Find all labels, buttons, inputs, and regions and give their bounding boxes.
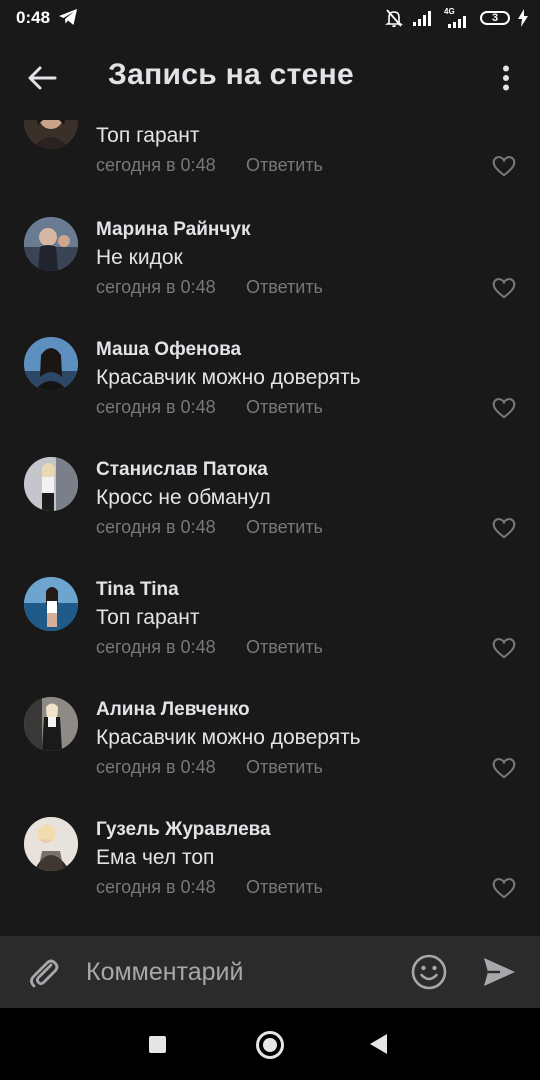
comment-text: Ема чел топ <box>96 846 215 869</box>
arrow-left-icon <box>28 66 57 90</box>
status-time: 0:48 <box>16 8 51 27</box>
smiley-icon[interactable] <box>410 953 448 991</box>
comment-item: Марина Райнчук Не кидок сегодня в 0:48 О… <box>0 217 540 337</box>
comment-input-bar <box>0 936 540 1008</box>
comment-text: Кросс не обманул <box>96 486 271 509</box>
comment-author[interactable]: Алина Левченко <box>96 699 250 721</box>
reply-button[interactable]: Ответить <box>246 637 323 658</box>
comment-time: сегодня в 0:48 <box>96 637 216 657</box>
send-icon[interactable] <box>480 953 518 991</box>
system-nav-bar <box>0 1008 540 1080</box>
comment-time: сегодня в 0:48 <box>96 877 216 897</box>
avatar[interactable] <box>24 217 78 271</box>
recents-button[interactable] <box>149 1036 166 1053</box>
comment-time: сегодня в 0:48 <box>96 757 216 777</box>
avatar[interactable] <box>24 337 78 391</box>
comment-author[interactable]: Tina Tina <box>96 579 179 601</box>
comment-author[interactable]: Марина Райнчук <box>96 219 251 241</box>
reply-button[interactable]: Ответить <box>246 517 323 538</box>
comment-item: Маша Офенова Красавчик можно доверять се… <box>0 337 540 457</box>
heart-icon[interactable] <box>491 635 517 661</box>
screen: Топ гарант сегодня в 0:48 Ответить Марин… <box>0 0 540 1080</box>
comment-text: Топ гарант <box>96 124 200 147</box>
comment-time: сегодня в 0:48 <box>96 155 216 175</box>
comment-item: Tina Tina Топ гарант сегодня в 0:48 Отве… <box>0 577 540 697</box>
home-button[interactable] <box>256 1031 284 1059</box>
comments-list[interactable]: Топ гарант сегодня в 0:48 Ответить Марин… <box>0 0 540 936</box>
comment-text: Не кидок <box>96 246 183 269</box>
comment-author[interactable]: Гузель Журавлева <box>96 819 271 841</box>
reply-button[interactable]: Ответить <box>246 877 323 898</box>
heart-icon[interactable] <box>491 275 517 301</box>
avatar[interactable] <box>24 817 78 871</box>
comment-time: сегодня в 0:48 <box>96 517 216 537</box>
comment-item: Алина Левченко Красавчик можно доверять … <box>0 697 540 817</box>
alarm-off-icon <box>384 9 404 28</box>
comment-time: сегодня в 0:48 <box>96 397 216 417</box>
vertical-dots-icon <box>503 65 509 91</box>
battery-icon: 3 <box>480 11 510 25</box>
heart-icon[interactable] <box>491 153 517 179</box>
paperclip-icon[interactable] <box>24 952 64 992</box>
system-back-button[interactable] <box>370 1034 387 1054</box>
comment-text: Топ гарант <box>96 606 200 629</box>
comment-item: Станислав Патока Кросс не обманул сегодн… <box>0 457 540 577</box>
comment-time: сегодня в 0:48 <box>96 277 216 297</box>
back-button[interactable] <box>22 58 62 98</box>
battery-level: 3 <box>491 12 499 24</box>
page-title: Запись на стене <box>108 58 355 91</box>
comment-author[interactable]: Станислав Патока <box>96 459 268 481</box>
signal-icon <box>413 11 431 26</box>
charging-icon <box>518 9 528 27</box>
status-bar: 0:48 4G 3 <box>0 0 540 36</box>
heart-icon[interactable] <box>491 395 517 421</box>
comment-text: Красавчик можно доверять <box>96 726 361 749</box>
reply-button[interactable]: Ответить <box>246 397 323 418</box>
comment-item: Гузель Журавлева Ема чел топ сегодня в 0… <box>0 817 540 936</box>
reply-button[interactable]: Ответить <box>246 757 323 778</box>
network-indicator: 4G <box>442 8 472 28</box>
heart-icon[interactable] <box>491 515 517 541</box>
comment-input[interactable] <box>86 954 386 990</box>
more-button[interactable] <box>492 58 520 98</box>
reply-button[interactable]: Ответить <box>246 155 323 176</box>
comment-author[interactable]: Маша Офенова <box>96 339 241 361</box>
heart-icon[interactable] <box>491 875 517 901</box>
avatar[interactable] <box>24 577 78 631</box>
status-icons: 4G 3 <box>384 7 528 29</box>
app-header: Запись на стене <box>0 36 540 120</box>
avatar[interactable] <box>24 457 78 511</box>
telegram-icon <box>59 9 77 25</box>
reply-button[interactable]: Ответить <box>246 277 323 298</box>
heart-icon[interactable] <box>491 755 517 781</box>
comment-text: Красавчик можно доверять <box>96 366 361 389</box>
avatar[interactable] <box>24 697 78 751</box>
signal-icon-2 <box>448 16 466 28</box>
network-type: 4G <box>444 7 455 16</box>
